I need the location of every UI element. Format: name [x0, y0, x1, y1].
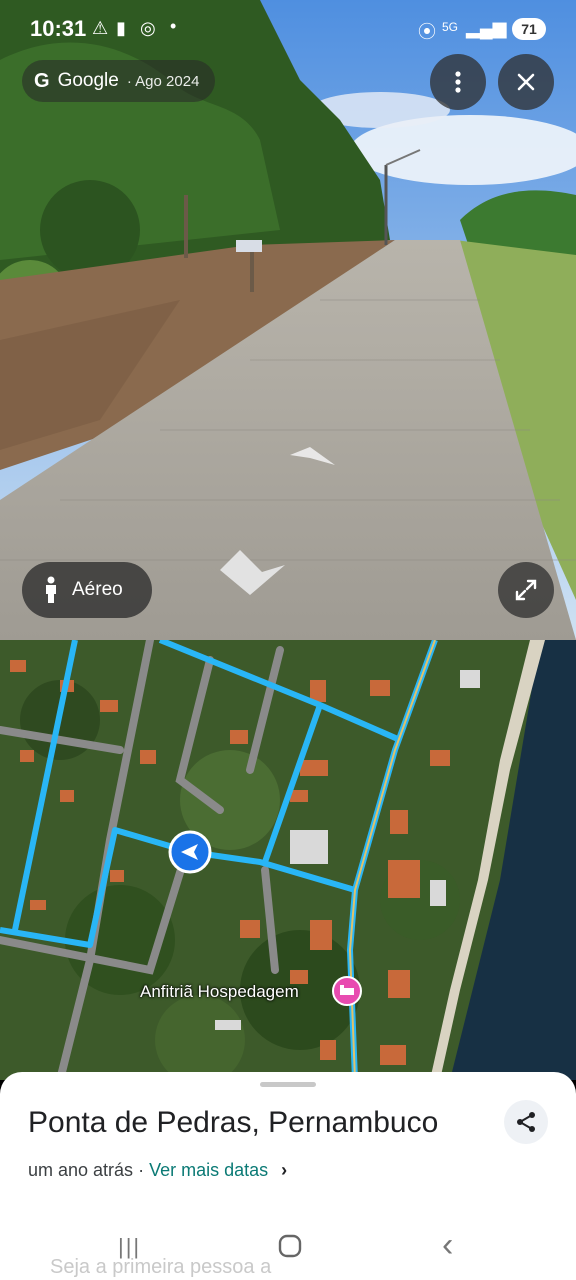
- more-vert-icon: [455, 71, 461, 93]
- see-more-dates-link[interactable]: Ver mais datas: [149, 1160, 268, 1180]
- recents-button[interactable]: |||: [118, 1234, 141, 1260]
- capture-age: um ano atrás: [28, 1160, 134, 1180]
- status-bar: 10:31 ⚠ ▮ ◎ • ⦿ 5G ▂▄▆ 71: [0, 0, 576, 60]
- share-icon: [517, 1112, 535, 1132]
- teams-icon: ▮: [116, 18, 126, 38]
- whatsapp-icon: ◎: [140, 18, 156, 38]
- place-title: Ponta de Pedras, Pernambuco: [28, 1106, 439, 1139]
- capture-date: · Ago 2024: [126, 72, 200, 90]
- expand-icon: [515, 579, 537, 601]
- satellite-map[interactable]: [0, 640, 576, 1080]
- aerial-label: Aéreo: [72, 579, 123, 600]
- warning-icon: ⚠: [92, 18, 109, 38]
- separator: ·: [138, 1160, 145, 1180]
- dot-icon: •: [170, 16, 177, 36]
- home-button[interactable]: [278, 1234, 302, 1258]
- google-g-icon: G: [34, 69, 50, 92]
- expand-button[interactable]: [498, 562, 554, 618]
- more-options-button[interactable]: [430, 54, 486, 110]
- sheet-drag-handle[interactable]: [260, 1082, 316, 1087]
- capture-info: um ano atrás · Ver mais datas ›: [28, 1160, 287, 1181]
- close-icon: [517, 73, 535, 91]
- aerial-view-button[interactable]: Aéreo: [22, 562, 152, 618]
- signal-icon: ▂▄▆: [466, 18, 507, 38]
- battery-indicator: 71: [512, 18, 546, 40]
- person-icon: [46, 576, 56, 603]
- map-canvas: [0, 640, 576, 1080]
- share-button[interactable]: [504, 1100, 548, 1144]
- chevron-right-icon[interactable]: ›: [281, 1160, 287, 1180]
- 5g-icon: 5G: [442, 20, 459, 34]
- back-button[interactable]: ‹: [442, 1226, 453, 1265]
- map-place-label[interactable]: Anfitriã Hospedagem: [140, 982, 299, 1002]
- imagery-source-label: G Google · Ago 2024: [22, 60, 216, 102]
- navigation-arrow-icon: [168, 830, 212, 874]
- status-time: 10:31: [30, 16, 87, 41]
- close-button[interactable]: [498, 54, 554, 110]
- brand-name: Google: [57, 70, 119, 91]
- hotel-icon[interactable]: [332, 976, 362, 1006]
- location-icon: ⦿: [418, 22, 436, 42]
